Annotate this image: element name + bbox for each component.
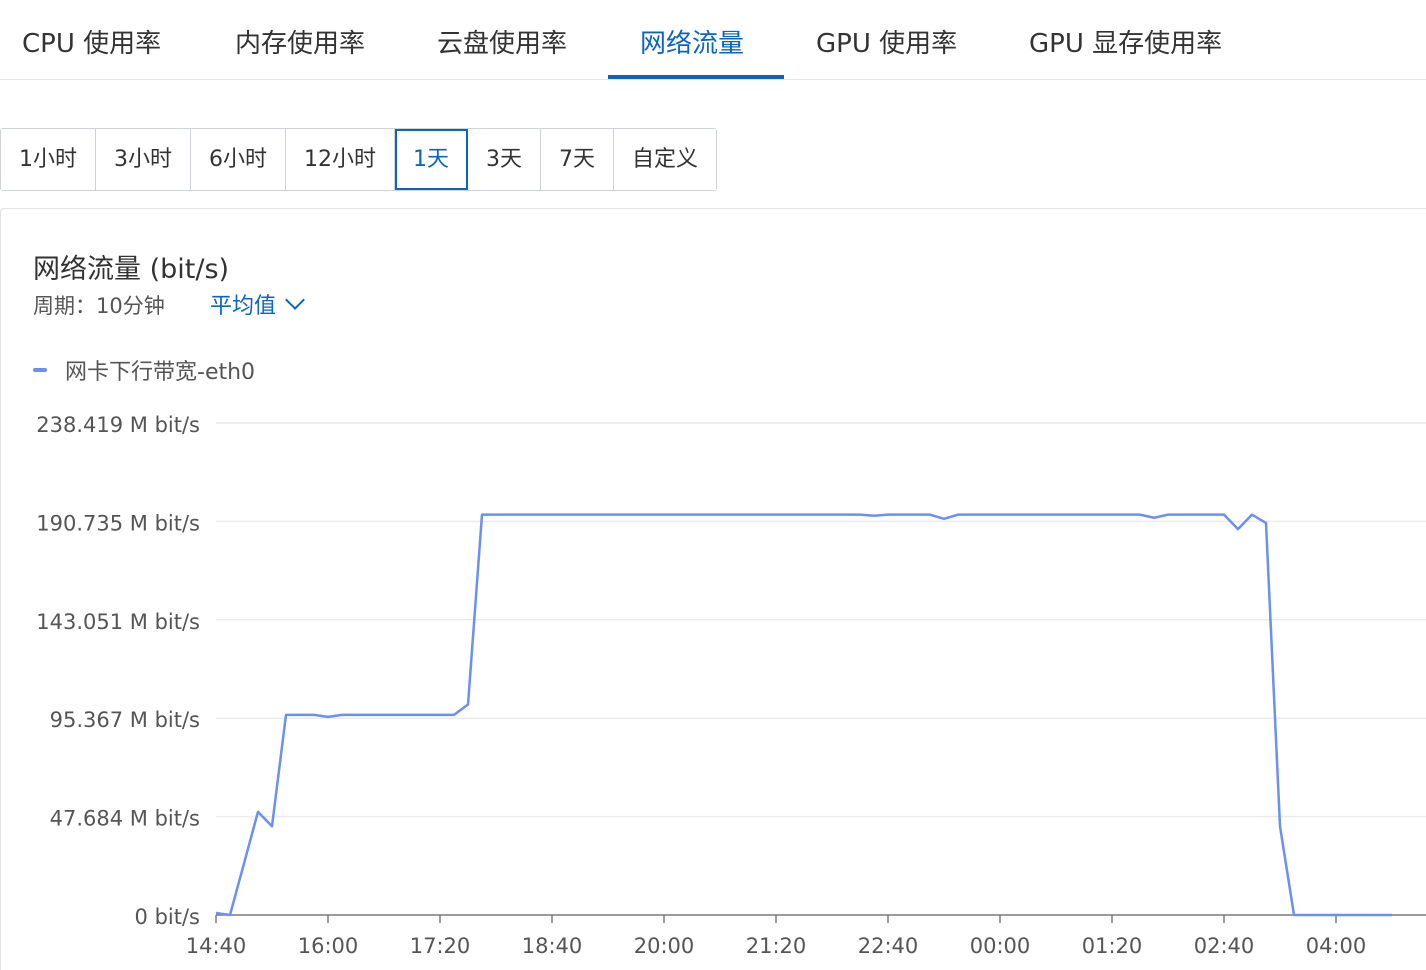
range-3d-button[interactable]: 3天	[468, 129, 541, 190]
tab-gpu-memory-usage[interactable]: GPU 显存使用率	[1029, 0, 1222, 80]
tab-disk-usage[interactable]: 云盘使用率	[437, 0, 567, 80]
x-tick-label: 17:20	[410, 934, 471, 958]
y-tick-label: 143.051 M bit/s	[36, 610, 200, 634]
x-tick-label: 04:00	[1306, 934, 1367, 958]
range-6h-button[interactable]: 6小时	[191, 129, 286, 190]
range-12h-button[interactable]: 12小时	[286, 129, 395, 190]
grid-layer	[216, 422, 1426, 818]
range-custom-button[interactable]: 自定义	[614, 129, 717, 190]
x-tick-label: 18:40	[522, 934, 583, 958]
tab-memory-usage[interactable]: 内存使用率	[235, 0, 365, 80]
metric-tabs: CPU 使用率 内存使用率 云盘使用率 网络流量 GPU 使用率 GPU 显存使…	[0, 0, 1426, 80]
active-tab-indicator	[608, 75, 784, 79]
y-tick-label: 95.367 M bit/s	[50, 708, 200, 732]
chart-legend[interactable]: 网卡下行带宽-eth0	[33, 354, 255, 386]
x-tick-label: 16:00	[298, 934, 359, 958]
range-1d-button[interactable]: 1天	[395, 129, 468, 190]
tab-cpu-usage[interactable]: CPU 使用率	[22, 0, 161, 80]
x-tick-label: 20:00	[634, 934, 695, 958]
y-tick-label: 47.684 M bit/s	[50, 807, 200, 831]
tab-network-traffic[interactable]: 网络流量	[640, 0, 744, 80]
series-line-eth0-downlink[interactable]	[215, 513, 1392, 917]
y-tick-label: 190.735 M bit/s	[36, 511, 200, 535]
time-range-selector: 1小时 3小时 6小时 12小时 1天 3天 7天 自定义	[0, 128, 718, 191]
y-tick-label: 238.419 M bit/s	[36, 413, 200, 437]
aggregation-value: 平均值	[210, 294, 277, 319]
y-tick-label: 0 bit/s	[135, 905, 200, 929]
x-tick-label: 22:40	[858, 934, 919, 958]
tab-gpu-usage[interactable]: GPU 使用率	[816, 0, 957, 80]
x-tick-label: 02:40	[1194, 934, 1255, 958]
chart-title: 网络流量 (bit/s)	[33, 254, 230, 285]
x-tick-label: 14:40	[186, 934, 247, 958]
x-tick-label: 01:20	[1082, 934, 1143, 958]
x-tick-label: 00:00	[970, 934, 1031, 958]
period-label: 周期：10分钟	[33, 294, 165, 318]
range-7d-button[interactable]: 7天	[541, 129, 614, 190]
legend-swatch	[33, 368, 47, 372]
series-layer	[215, 513, 1392, 917]
axis-layer	[215, 914, 1426, 923]
line-chart: 0 bit/s 47.684 M bit/s 95.367 M bit/s 143.0…	[36, 413, 1426, 958]
x-tick-labels: 14:40 16:00 17:20 18:40 20:00 21:20 22:40 00:00…	[186, 934, 1367, 958]
aggregation-dropdown[interactable]: 平均值	[210, 288, 305, 320]
x-tick-label: 21:20	[746, 934, 807, 958]
range-1h-button[interactable]: 1小时	[1, 129, 96, 190]
chevron-down-icon	[285, 290, 305, 310]
range-3h-button[interactable]: 3小时	[96, 129, 191, 190]
legend-label: 网卡下行带宽-eth0	[65, 360, 256, 385]
y-tick-labels: 0 bit/s 47.684 M bit/s 95.367 M bit/s 143.0…	[36, 413, 200, 929]
